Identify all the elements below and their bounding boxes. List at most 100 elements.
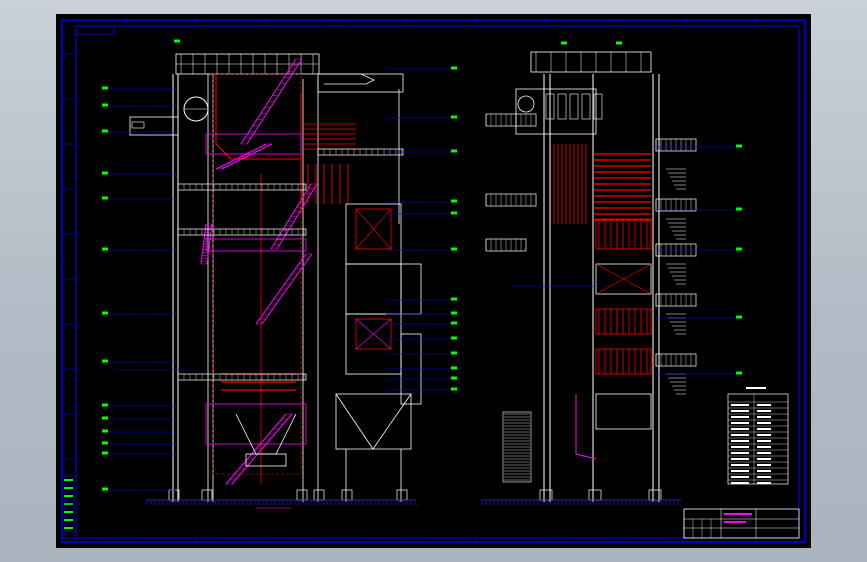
callout-left bbox=[102, 403, 108, 407]
hatch-stroke bbox=[588, 500, 593, 506]
hatch-stroke bbox=[580, 500, 585, 506]
hatch-stroke bbox=[560, 500, 565, 506]
hatch-stroke bbox=[600, 500, 605, 506]
callout-left bbox=[102, 86, 108, 90]
side-callout bbox=[736, 247, 742, 251]
callout-right bbox=[451, 297, 457, 301]
table-cell-text bbox=[731, 434, 749, 436]
strip-text-mark bbox=[64, 479, 73, 481]
hatch-stroke bbox=[568, 500, 573, 506]
callout-right bbox=[451, 149, 457, 153]
callout-left bbox=[102, 196, 108, 200]
safety-valve bbox=[581, 93, 591, 120]
hatch-stroke bbox=[500, 500, 505, 506]
hatch-stroke bbox=[233, 500, 238, 506]
hatch-stroke bbox=[261, 500, 266, 506]
hatch-stroke bbox=[257, 500, 262, 506]
hatch-stroke bbox=[576, 500, 581, 506]
callout-left bbox=[102, 129, 108, 133]
hatch-stroke bbox=[145, 500, 150, 506]
staircase-2 bbox=[215, 143, 273, 170]
hatch-stroke bbox=[564, 500, 569, 506]
callout-tag bbox=[102, 416, 108, 420]
hatch-stroke bbox=[237, 500, 242, 506]
callout-right bbox=[451, 211, 457, 215]
hatch-stroke bbox=[229, 500, 234, 506]
hatch-stroke bbox=[317, 500, 322, 506]
table-cell-text bbox=[757, 404, 771, 406]
hatch-stroke bbox=[269, 500, 274, 506]
roof-canopy bbox=[318, 73, 375, 85]
callout-tag bbox=[616, 41, 622, 45]
table-cell-text bbox=[731, 476, 749, 478]
title-block bbox=[683, 508, 800, 539]
hatch-stroke bbox=[389, 500, 394, 506]
callout-left bbox=[102, 171, 108, 175]
column-footing bbox=[313, 489, 325, 501]
airheater-lower bbox=[335, 393, 412, 450]
safety-valve bbox=[557, 93, 567, 120]
hatch-stroke bbox=[221, 500, 226, 506]
table-cell-text bbox=[757, 452, 771, 454]
hatch-stroke bbox=[504, 500, 509, 506]
hatch-stroke bbox=[409, 500, 414, 506]
table-cell-text bbox=[731, 416, 749, 418]
hatch-stroke bbox=[289, 500, 294, 506]
hatch-stroke bbox=[185, 500, 190, 506]
table-cell-text bbox=[731, 446, 749, 448]
hatch-stroke bbox=[361, 500, 366, 506]
hatch-stroke bbox=[652, 500, 657, 506]
callout-right bbox=[451, 247, 457, 251]
hatch-stroke bbox=[572, 500, 577, 506]
hatch-stroke bbox=[393, 500, 398, 506]
table-cell-text bbox=[731, 470, 749, 472]
hatch-stroke bbox=[281, 500, 286, 506]
hatch-stroke bbox=[620, 500, 625, 506]
side-callout bbox=[736, 207, 742, 211]
callout-tag bbox=[451, 366, 457, 370]
callout-tag bbox=[736, 247, 742, 251]
hatch-stroke bbox=[640, 500, 645, 506]
platform-level-3 bbox=[177, 183, 307, 191]
callout-tag bbox=[736, 144, 742, 148]
callout-right bbox=[451, 115, 457, 119]
hatch-stroke bbox=[496, 500, 501, 506]
hatch-stroke bbox=[349, 500, 354, 506]
hatch-stroke bbox=[297, 500, 302, 506]
hatch-stroke bbox=[676, 500, 681, 506]
hatch-stroke bbox=[209, 500, 214, 506]
table-cell-text bbox=[757, 410, 771, 412]
hatch-stroke bbox=[401, 500, 406, 506]
hatch-stroke bbox=[337, 500, 342, 506]
column-footing bbox=[201, 489, 213, 501]
table-cell-text bbox=[757, 470, 771, 472]
hatch-stroke bbox=[329, 500, 334, 506]
side-ground-hatch bbox=[480, 499, 681, 506]
callout-tag bbox=[561, 41, 567, 45]
hatch-stroke bbox=[405, 500, 410, 506]
column-footing bbox=[296, 489, 308, 501]
callout-tag bbox=[102, 86, 108, 90]
callout-right bbox=[451, 351, 457, 355]
revision-strip-marks bbox=[62, 20, 757, 542]
view-label-top bbox=[174, 39, 180, 43]
hatch-stroke bbox=[397, 500, 402, 506]
table-cell-text bbox=[757, 476, 771, 478]
table-cell-text bbox=[731, 482, 749, 484]
economizer-bank bbox=[595, 308, 652, 335]
hatch-stroke bbox=[516, 500, 521, 506]
callout-tag bbox=[451, 66, 457, 70]
economizer-box bbox=[345, 203, 402, 265]
parts-table bbox=[727, 387, 789, 485]
steel-frame-1 bbox=[205, 238, 307, 252]
hatch-stroke bbox=[365, 500, 370, 506]
table-cell-text bbox=[757, 422, 771, 424]
callout-tag bbox=[451, 149, 457, 153]
strip-text-mark bbox=[64, 511, 73, 513]
hatch-stroke bbox=[636, 500, 641, 506]
hatch-stroke bbox=[632, 500, 637, 506]
hatch-stroke bbox=[608, 500, 613, 506]
column-footing bbox=[341, 489, 353, 501]
table-cell-text bbox=[757, 458, 771, 460]
table-cell-text bbox=[757, 416, 771, 418]
